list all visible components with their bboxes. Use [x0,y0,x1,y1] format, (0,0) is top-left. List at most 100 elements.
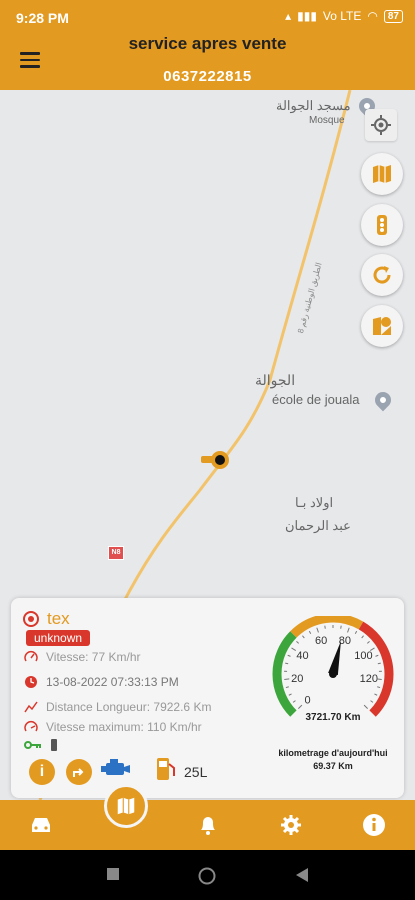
village-label-2: عبد الرحمان [285,518,351,533]
gauge-tick-mark [370,700,374,703]
gauge-tick-mark [377,686,381,689]
recents-icon[interactable] [106,867,120,886]
about-icon[interactable] [361,812,387,838]
crosshair-icon [371,115,391,135]
school-label: école de jouala [272,392,360,407]
gauge-tick-mark [363,704,369,710]
gauge-tick-mark [316,627,319,633]
gauge-tick-label: 20 [291,673,303,685]
gauge-tick-mark [284,678,290,680]
max-speed-row: Vitesse maximum: 110 Km/hr [24,720,202,734]
distance-text: Distance Longueur: 7922.6 Km [46,700,212,714]
gauge-hub [329,670,337,678]
gauge-tick-mark [361,635,364,639]
geofence-button[interactable] [361,305,403,347]
gauge-tick-label: 80 [339,635,351,647]
datetime-text: 13-08-2022 07:33:13 PM [46,675,179,689]
phone-number: 0637222815 [163,68,252,85]
clock-icon [25,676,37,688]
page-title: service apres vente [128,34,287,53]
refresh-button[interactable] [361,254,403,296]
status-bar: 9:28 PM ▴ ▮▮▮ Vo LTE ◠ 87 [0,0,415,34]
bell-icon[interactable] [195,812,221,838]
gauge-tick-mark [366,640,370,644]
gauge-tick-label: 40 [296,650,308,662]
status-time: 9:28 PM [16,10,69,26]
bottom-navigation [0,784,415,850]
vehicle-info-panel: tex unknown Vitesse: 77 Km/hr 13-08-2022… [11,598,404,798]
gauge-tick-mark [374,693,378,696]
gauge-tick-mark [375,654,379,657]
max-speed-icon [24,721,38,732]
daily-km-label: kilometrage d'aujourd'hui [278,748,388,758]
home-icon[interactable] [198,867,216,890]
gauge-tick-label: 0 [304,694,310,706]
vehicle-marker-icon[interactable] [201,450,233,474]
map-icon [373,165,391,183]
gauge-needle [328,640,341,676]
mosque-label-fr: Mosque [309,115,345,126]
network-label: Vo LTE [322,9,362,23]
map-type-button[interactable] [361,153,403,195]
speed-text: Vitesse: 77 Km/hr [46,650,141,664]
gauge-tick-mark [324,625,326,629]
signal-icon: ▴ [285,9,292,23]
status-icons: ▴ ▮▮▮ Vo LTE ◠ 87 [285,9,403,23]
daily-km-value: 69.37 Km [313,761,353,771]
traffic-light-icon [377,215,387,235]
gauge-tick-mark [347,627,350,633]
town-label: الجوالة [255,372,296,388]
status-badge: unknown [26,630,91,646]
gauge-tick-mark [376,678,382,680]
engine-icon[interactable] [100,757,132,786]
traffic-button[interactable] [361,204,403,246]
distance-row: Distance Longueur: 7922.6 Km [24,700,211,714]
vehicle-name-row[interactable]: tex [23,609,70,629]
cell-signal-icon: ▮▮▮ [297,9,317,23]
mosque-label-ar: مسجد الجوالة [276,98,351,113]
car-icon[interactable] [28,812,54,838]
gauge-tick-mark [292,700,296,703]
vehicle-name: tex [47,609,70,628]
gauge-tick-mark [354,630,358,634]
distance-icon [24,701,38,713]
gauge-tick-mark [287,654,291,657]
gauge-tick-mark [285,686,289,689]
battery-level-icon [51,739,57,751]
battery-icon: 87 [383,9,403,23]
info-icon[interactable]: i [29,758,55,785]
gauge-tick-mark [308,630,312,634]
odometer-value: 3721.70 Km [305,712,361,723]
target-icon [23,611,39,627]
ignition-row [24,738,58,752]
gauge-tick-mark [288,693,292,696]
fuel-level: 25L [184,763,208,780]
gauge-tick-mark [291,647,297,652]
settings-icon[interactable] [278,812,304,838]
speedometer-icon [24,651,38,662]
my-location-button[interactable] [365,109,397,141]
route-badge: N8 [108,546,124,560]
map-nav-button[interactable] [104,784,148,828]
geofence-icon [373,317,391,335]
system-navigation [0,850,415,900]
gauge-tick-label: 120 [360,673,378,685]
app-bar: service apres vente 0637222815 [0,34,415,90]
gauge-orange-arc [290,616,364,638]
gauge-tick-mark [377,662,381,665]
gauge-tick-label: 100 [354,650,372,662]
village-label-1: اولاد بـا [295,495,334,510]
speed-row: Vitesse: 77 Km/hr [24,650,141,664]
gauge-tick-mark [285,662,289,665]
directions-icon[interactable] [66,758,92,785]
gauge-red-arc [358,621,394,717]
key-icon [24,741,41,749]
gauge-tick-mark [340,625,342,629]
action-icons: i 25L [29,756,207,787]
datetime-row: 13-08-2022 07:33:13 PM [24,675,179,689]
gauge-tick-mark [297,704,303,710]
map-nav-icon [117,797,135,815]
menu-icon[interactable] [20,52,40,68]
back-icon[interactable] [295,867,309,888]
fuel-icon[interactable] [154,756,178,787]
